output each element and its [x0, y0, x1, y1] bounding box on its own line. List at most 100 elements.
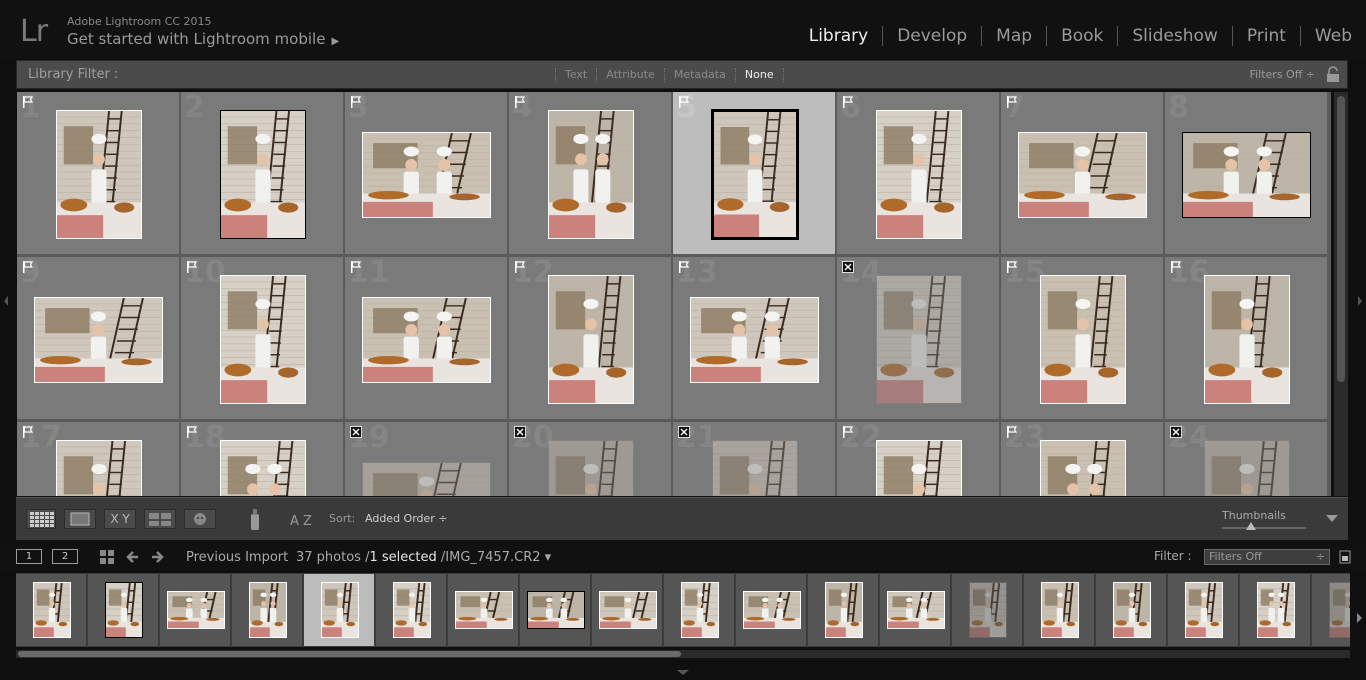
grid-cell[interactable]: 2	[181, 92, 344, 255]
grid-view-button[interactable]	[26, 509, 56, 529]
grid-icon[interactable]	[100, 550, 114, 564]
filmstrip-thumbnail[interactable]	[32, 582, 71, 638]
module-print[interactable]: Print	[1231, 26, 1300, 46]
module-slideshow[interactable]: Slideshow	[1117, 26, 1231, 46]
compare-view-button[interactable]: X Y	[104, 509, 136, 529]
bottom-panel-toggle-icon[interactable]	[677, 670, 689, 675]
grid-cell[interactable]: 11	[345, 255, 508, 420]
filmstrip-thumbnail[interactable]	[1112, 582, 1151, 638]
photo-thumbnail[interactable]	[34, 296, 163, 383]
grid-scrollbar[interactable]	[1334, 92, 1348, 496]
filmstrip-thumbnail[interactable]	[1040, 582, 1079, 638]
flag-icon[interactable]	[22, 96, 34, 108]
photo-thumbnail[interactable]	[362, 131, 491, 218]
secondary-window-button[interactable]: 2	[52, 549, 78, 564]
grid-cell[interactable]: 22	[837, 420, 1000, 496]
toolbar-menu-icon[interactable]	[1326, 515, 1338, 522]
grid-cell[interactable]: 6	[837, 92, 1000, 255]
filmstrip-thumbnail[interactable]	[1256, 582, 1295, 638]
flag-icon[interactable]	[350, 96, 362, 108]
filmstrip-thumbnail[interactable]	[104, 582, 143, 638]
grid-cell[interactable]: 3	[345, 92, 508, 255]
module-map[interactable]: Map	[981, 26, 1046, 46]
filmstrip-cell[interactable]	[376, 574, 447, 646]
flag-icon[interactable]	[842, 96, 854, 108]
photo-thumbnail[interactable]	[710, 109, 799, 240]
grid-cell[interactable]: 23	[1001, 420, 1164, 496]
forward-arrow-icon[interactable]	[150, 550, 164, 564]
filmstrip-thumbnail[interactable]	[968, 582, 1007, 638]
sort-dropdown[interactable]: Added Order ÷	[365, 512, 448, 525]
flag-icon[interactable]	[186, 261, 198, 273]
flag-icon[interactable]	[1006, 96, 1018, 108]
reject-flag-icon[interactable]	[514, 426, 526, 438]
filmstrip-cell[interactable]	[880, 574, 951, 646]
photo-thumbnail[interactable]	[219, 440, 306, 496]
grid-cell[interactable]: 17	[17, 420, 180, 496]
grid-cell[interactable]: 14	[837, 255, 1000, 420]
filmstrip-thumbnail[interactable]	[526, 591, 585, 629]
filmstrip-cell[interactable]	[1312, 574, 1350, 646]
module-book[interactable]: Book	[1046, 26, 1117, 46]
flag-icon[interactable]	[514, 96, 526, 108]
filmstrip-scrollbar[interactable]	[16, 650, 1350, 658]
photo-thumbnail[interactable]	[547, 110, 634, 239]
flag-icon[interactable]	[678, 261, 690, 273]
grid-cell[interactable]: 20	[509, 420, 672, 496]
photo-thumbnail[interactable]	[1039, 440, 1126, 496]
filmstrip-thumbnail[interactable]	[392, 582, 431, 638]
filmstrip-cell[interactable]	[232, 574, 303, 646]
photo-thumbnail[interactable]	[711, 440, 798, 496]
main-window-button[interactable]: 1	[16, 549, 42, 564]
lock-icon[interactable]	[1326, 66, 1340, 83]
grid-cell[interactable]: 9	[17, 255, 180, 420]
photo-thumbnail[interactable]	[875, 275, 962, 404]
flag-icon[interactable]	[678, 96, 690, 108]
module-web[interactable]: Web	[1299, 26, 1366, 46]
back-arrow-icon[interactable]	[126, 550, 140, 564]
photo-count[interactable]: 37 photos /1 selected /IMG_7457.CR2 ▾	[296, 550, 551, 565]
photo-thumbnail[interactable]	[219, 275, 306, 404]
filmstrip-cell[interactable]	[1168, 574, 1239, 646]
photo-thumbnail[interactable]	[690, 296, 819, 383]
filmstrip-cell[interactable]	[16, 574, 87, 646]
module-develop[interactable]: Develop	[882, 26, 981, 46]
photo-thumbnail[interactable]	[55, 440, 142, 496]
flag-icon[interactable]	[350, 261, 362, 273]
grid-cell[interactable]: 24	[1165, 420, 1328, 496]
photo-thumbnail[interactable]	[547, 440, 634, 496]
reject-flag-icon[interactable]	[350, 426, 362, 438]
grid-scrollbar-thumb[interactable]	[1337, 96, 1345, 382]
grid-cell[interactable]: 5	[673, 92, 836, 255]
grid-cell[interactable]: 18	[181, 420, 344, 496]
filmstrip-cell[interactable]	[520, 574, 591, 646]
survey-view-button[interactable]	[144, 509, 176, 529]
filmstrip-thumbnail[interactable]	[886, 591, 945, 629]
grid-cell[interactable]: 16	[1165, 255, 1328, 420]
filmstrip-cell[interactable]	[592, 574, 663, 646]
photo-thumbnail[interactable]	[875, 440, 962, 496]
painter-icon[interactable]	[248, 506, 262, 532]
filmstrip-thumbnail[interactable]	[454, 591, 513, 629]
filmstrip-cell[interactable]	[1240, 574, 1311, 646]
photo-thumbnail[interactable]	[1203, 275, 1290, 404]
reject-flag-icon[interactable]	[1170, 426, 1182, 438]
flag-icon[interactable]	[1006, 426, 1018, 438]
grid-cell[interactable]: 10	[181, 255, 344, 420]
filter-tab-attribute[interactable]: Attribute	[596, 68, 664, 82]
photo-thumbnail[interactable]	[219, 110, 306, 239]
grid-cell[interactable]: 7	[1001, 92, 1164, 255]
filmstrip-cell[interactable]	[808, 574, 879, 646]
grid-cell[interactable]: 13	[673, 255, 836, 420]
filmstrip-scrollbar-thumb[interactable]	[18, 651, 681, 657]
filmstrip-cell[interactable]	[664, 574, 735, 646]
filmstrip-thumbnail[interactable]	[1328, 582, 1350, 638]
flag-icon[interactable]	[514, 261, 526, 273]
filmstrip-thumbnail[interactable]	[742, 591, 801, 629]
grid-cell[interactable]: 15	[1001, 255, 1164, 420]
filmstrip-thumbnail[interactable]	[598, 591, 657, 629]
filmstrip-cell[interactable]	[1096, 574, 1167, 646]
filmstrip-scroll-right-icon[interactable]	[1357, 613, 1362, 623]
filter-tab-none[interactable]: None	[734, 68, 784, 82]
source-indicator[interactable]: Previous Import	[186, 550, 288, 565]
